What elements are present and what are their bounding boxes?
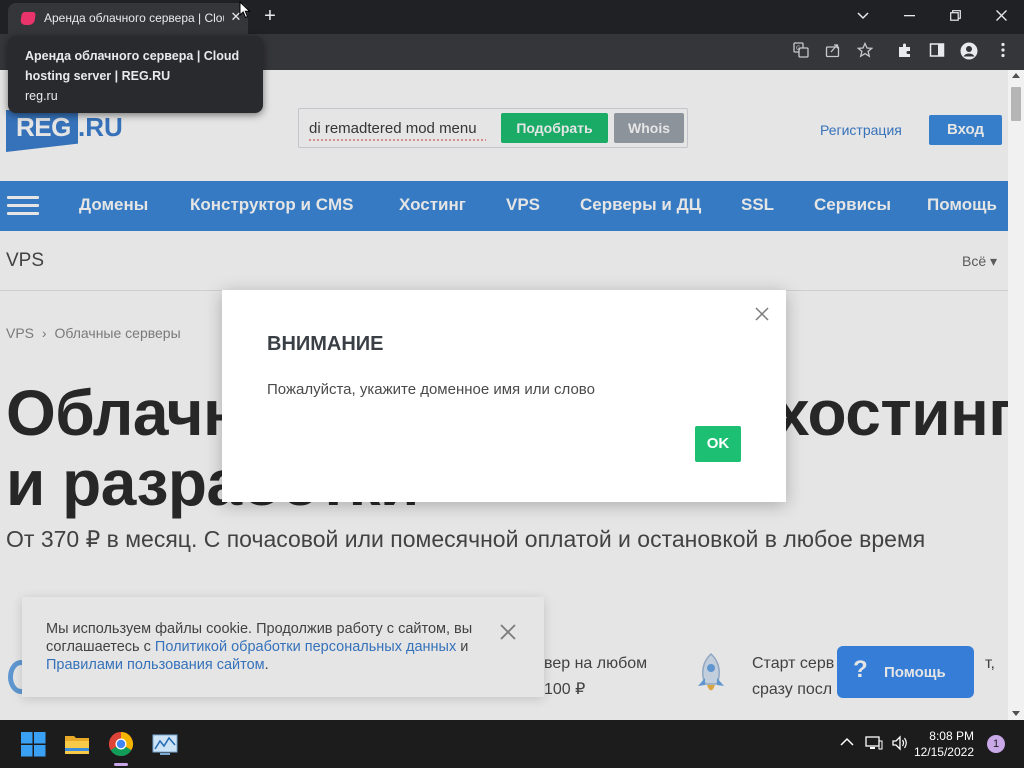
alert-dialog: ВНИМАНИЕ Пожалуйста, укажите доменное им… [222, 290, 786, 502]
system-clock[interactable]: 8:08 PM 12/15/2022 [912, 728, 974, 760]
clock-date: 12/15/2022 [913, 745, 974, 759]
dialog-close-icon[interactable] [755, 307, 769, 321]
svg-text:G: G [796, 45, 801, 52]
clock-time: 8:08 PM [929, 729, 974, 743]
translate-icon[interactable]: G [791, 42, 811, 62]
notification-badge[interactable]: 1 [987, 735, 1005, 753]
dialog-message: Пожалуйста, укажите доменное имя или сло… [267, 381, 595, 398]
new-tab-button[interactable]: + [259, 4, 281, 28]
dialog-title: ВНИМАНИЕ [267, 333, 384, 355]
tab-title: Аренда облачного сервера | Cloud hosting… [44, 11, 224, 25]
profile-icon[interactable] [959, 42, 979, 62]
extensions-icon[interactable] [895, 42, 915, 62]
bookmark-star-icon[interactable] [855, 41, 875, 62]
share-icon[interactable] [823, 42, 843, 62]
windows-taskbar: 8:08 PM 12/15/2022 1 [0, 720, 1024, 768]
hover-card-url: reg.ru [25, 89, 58, 103]
hover-card-title: Аренда облачного сервера | Cloud hosting… [25, 49, 240, 83]
scroll-up-arrow-icon[interactable] [1012, 73, 1020, 78]
windows-start-icon[interactable] [16, 727, 50, 761]
tray-chevron-up-icon[interactable] [840, 737, 854, 747]
volume-icon[interactable] [891, 735, 909, 751]
network-icon[interactable] [865, 735, 883, 751]
chrome-icon[interactable] [104, 727, 138, 761]
tab-hover-card: Аренда облачного сервера | Cloud hosting… [8, 36, 263, 113]
scroll-down-arrow-icon[interactable] [1012, 711, 1020, 716]
restore-button[interactable] [932, 0, 978, 30]
browser-tab[interactable]: Аренда облачного сервера | Cloud hosting… [8, 3, 248, 34]
dialog-ok-button[interactable]: OK [695, 426, 741, 462]
menu-kebab-icon[interactable] [993, 42, 1013, 62]
file-explorer-icon[interactable] [60, 727, 94, 761]
close-window-button[interactable] [978, 0, 1024, 30]
scroll-thumb[interactable] [1011, 87, 1021, 121]
regru-favicon-icon [20, 12, 36, 25]
page-viewport: REG .RU Подобрать Whois Регистрация Вход… [0, 70, 1008, 720]
minimize-button[interactable] [886, 0, 932, 30]
chrome-active-indicator [114, 763, 128, 766]
side-panel-icon[interactable] [927, 42, 947, 62]
tab-search-icon[interactable] [840, 0, 886, 30]
mouse-cursor-icon [239, 1, 251, 19]
performance-monitor-icon[interactable] [148, 727, 182, 761]
browser-titlebar: Аренда облачного сервера | Cloud hosting… [0, 0, 1024, 34]
page-scrollbar[interactable] [1008, 70, 1024, 720]
